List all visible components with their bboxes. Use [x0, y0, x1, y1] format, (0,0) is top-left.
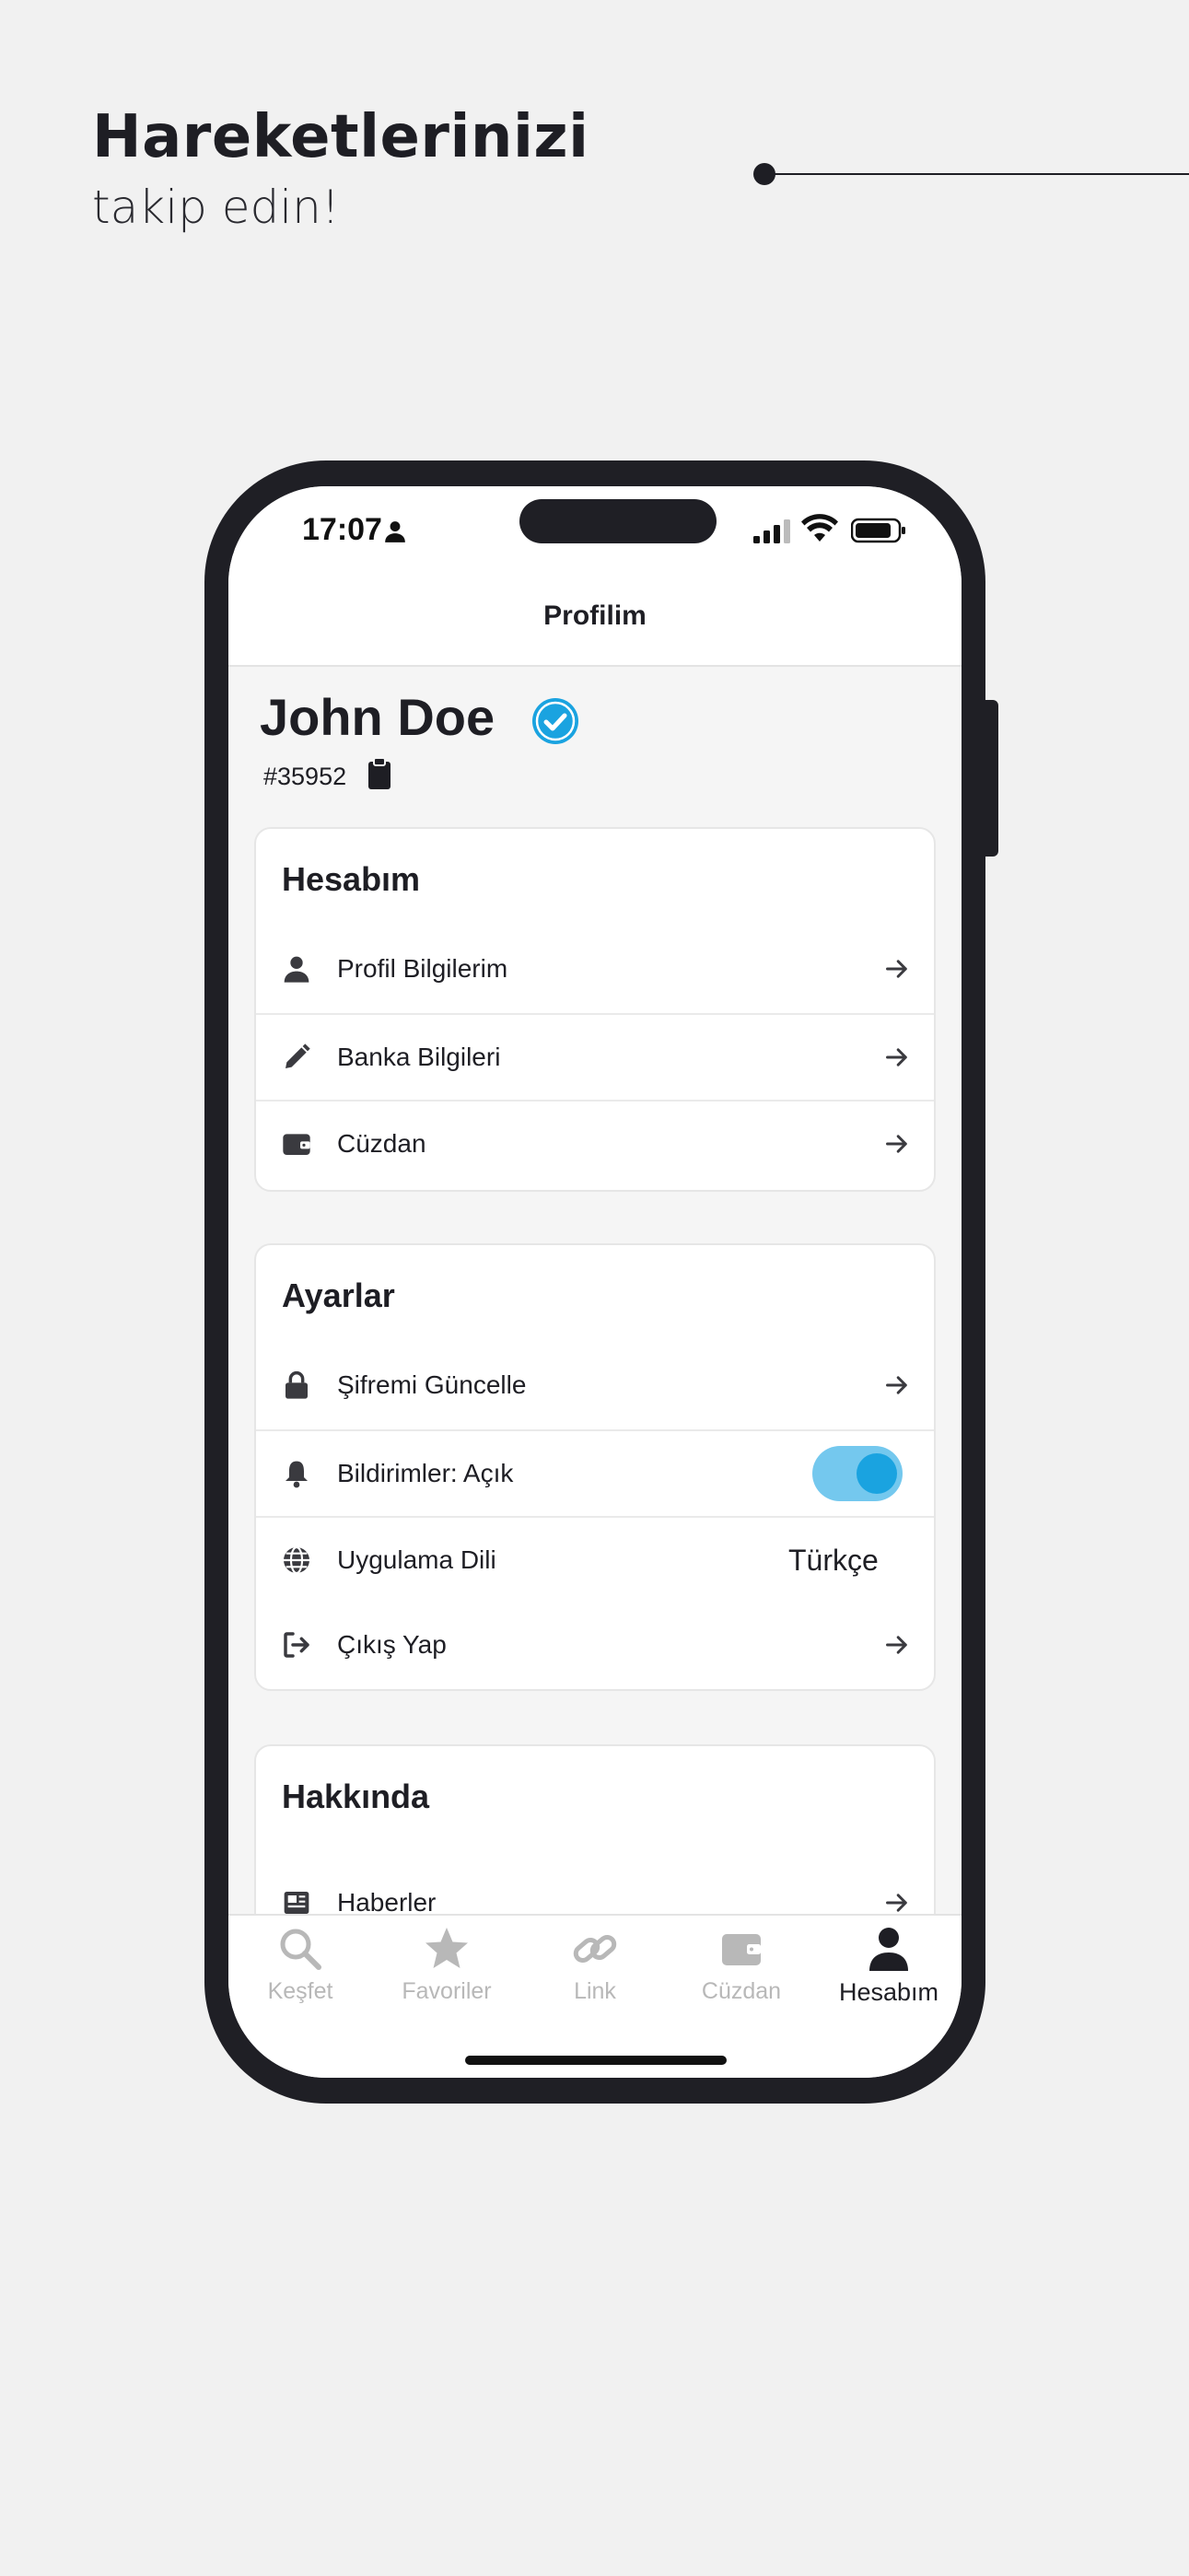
menu-item-label: Haberler [337, 1888, 437, 1914]
profile-content[interactable]: John Doe #35952 Hesabım Profil Bilgileri… [228, 667, 962, 1914]
menu-item-label: Profil Bilgilerim [337, 954, 508, 983]
arrow-right-icon [886, 1894, 907, 1912]
tab-discover[interactable]: Keşfet [231, 1925, 369, 2026]
battery-icon [851, 518, 905, 543]
person-status-icon [385, 521, 405, 542]
bottom-tab-bar: Keşfet Favoriler Link Cüzdan Hesabım [228, 1914, 962, 2078]
globe-icon [284, 1545, 309, 1575]
language-value: Türkçe [788, 1544, 879, 1577]
tab-link[interactable]: Link [526, 1925, 664, 2026]
menu-item-profile-info[interactable]: Profil Bilgilerim [256, 927, 934, 1013]
tab-favorites[interactable]: Favoriler [378, 1925, 516, 2026]
person-icon [869, 1928, 908, 1971]
bell-icon [286, 1461, 308, 1488]
menu-item-label: Bildirimler: Açık [337, 1459, 514, 1487]
arrow-right-icon [886, 1048, 907, 1067]
tab-label: Favoriler [402, 1978, 492, 2004]
menu-item-label: Banka Bilgileri [337, 1043, 501, 1071]
menu-item-label: Şifremi Güncelle [337, 1370, 527, 1399]
menu-item-logout[interactable]: Çıkış Yap [256, 1603, 934, 1689]
pencil-icon [286, 1043, 310, 1068]
notifications-toggle[interactable] [812, 1446, 903, 1501]
page-title: Profilim [543, 600, 647, 631]
wallet-icon [722, 1934, 761, 1965]
tab-wallet[interactable]: Cüzdan [672, 1925, 810, 2026]
arrow-right-icon [886, 1636, 907, 1654]
menu-item-update-password[interactable]: Şifremi Güncelle [256, 1343, 934, 1429]
wifi-icon [801, 514, 838, 542]
status-time: 17:07 [302, 512, 382, 547]
arrow-right-icon [886, 1135, 907, 1153]
tab-label: Link [574, 1978, 616, 2004]
home-indicator[interactable] [465, 2056, 727, 2065]
wallet-icon [283, 1134, 310, 1155]
menu-item-news[interactable]: Haberler [256, 1860, 934, 1914]
user-id: #35952 [263, 763, 347, 790]
clipboard-icon[interactable] [367, 757, 392, 790]
menu-item-label: Cüzdan [337, 1129, 426, 1158]
menu-item-wallet[interactable]: Cüzdan [256, 1100, 934, 1188]
person-icon [284, 956, 309, 983]
tab-account[interactable]: Hesabım [820, 1925, 958, 2026]
tab-label: Hesabım [838, 1978, 939, 2006]
decorative-line [764, 173, 1189, 175]
menu-item-label: Çıkış Yap [337, 1630, 447, 1659]
tab-label: Cüzdan [701, 1978, 782, 2004]
logout-icon [284, 1632, 309, 1658]
account-card: Hesabım Profil Bilgilerim Banka Bilgiler… [254, 827, 936, 1192]
link-icon [573, 1934, 617, 1964]
section-title-settings: Ayarlar [282, 1276, 395, 1314]
status-bar: 17:07 [228, 486, 962, 578]
promo-title: Hareketlerinizi [92, 103, 589, 171]
menu-item-app-language[interactable]: Uygulama Dili Türkçe [256, 1516, 934, 1604]
menu-item-notifications: Bildirimler: Açık [256, 1429, 934, 1518]
tab-label: Keşfet [267, 1978, 333, 2004]
phone-screen: 17:07 Profilim John Doe #35952 Hesabım P… [228, 486, 962, 2078]
verified-badge-icon [532, 698, 578, 744]
top-navigation-bar: Profilim [228, 578, 962, 667]
cellular-signal-icon [753, 519, 790, 543]
section-title-about: Hakkında [282, 1778, 430, 1815]
toggle-knob [857, 1453, 897, 1494]
about-card: Hakkında Haberler [254, 1744, 936, 1914]
settings-card: Ayarlar Şifremi Güncelle Bildirimler: Aç… [254, 1243, 936, 1691]
search-icon [280, 1929, 321, 1970]
phone-frame: 17:07 Profilim John Doe #35952 Hesabım P… [204, 460, 985, 2104]
promo-subtitle: takip edin! [92, 181, 340, 234]
section-title-account: Hesabım [282, 860, 421, 898]
arrow-right-icon [886, 1376, 907, 1394]
dynamic-island [519, 499, 717, 543]
lock-icon [286, 1370, 308, 1399]
user-name: John Doe [260, 688, 495, 746]
star-icon [425, 1928, 468, 1968]
menu-item-label: Uygulama Dili [337, 1545, 496, 1574]
arrow-right-icon [886, 960, 907, 978]
menu-item-bank-info[interactable]: Banka Bilgileri [256, 1013, 934, 1102]
news-icon [284, 1892, 309, 1914]
